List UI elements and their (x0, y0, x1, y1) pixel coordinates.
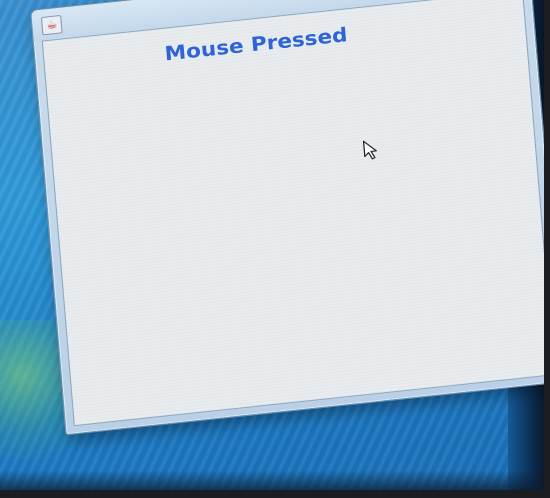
java-app-icon[interactable]: ☕ (40, 14, 63, 36)
app-window: ☕ – ▭ ✕ Mouse Pressed (30, 0, 544, 436)
client-texture (42, 0, 544, 426)
mouse-cursor-icon (362, 140, 377, 160)
client-area[interactable]: Mouse Pressed (41, 0, 544, 427)
screen-bottom-shadow (0, 470, 544, 490)
photo-frame: ☕ – ▭ ✕ Mouse Pressed (0, 0, 544, 490)
